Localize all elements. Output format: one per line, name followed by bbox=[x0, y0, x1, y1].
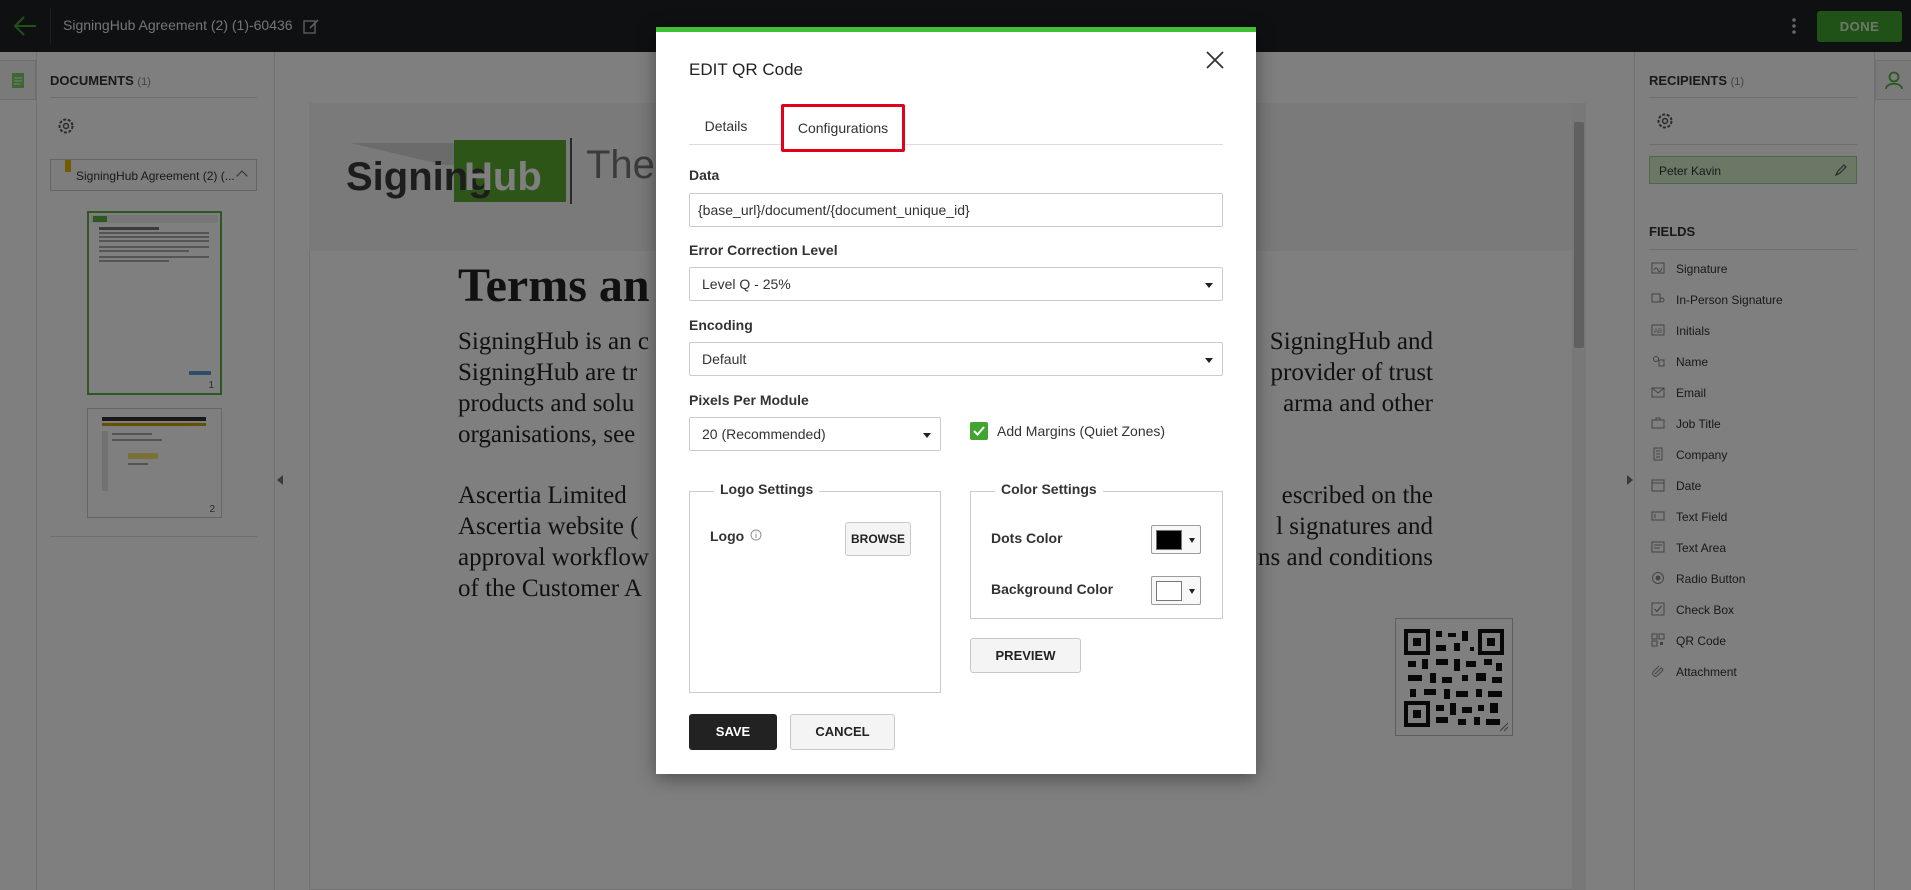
data-label: Data bbox=[689, 167, 720, 183]
dots-color-swatch bbox=[1156, 530, 1182, 550]
color-settings-group: Color Settings Dots Color Background Col… bbox=[970, 481, 1223, 619]
data-input[interactable]: {base_url}/document/{document_unique_id} bbox=[689, 193, 1223, 227]
dialog-tabs: Details Configurations bbox=[689, 104, 1223, 152]
encoding-label: Encoding bbox=[689, 317, 753, 333]
chevron-down-icon bbox=[1205, 283, 1213, 288]
dots-color-picker[interactable] bbox=[1151, 525, 1201, 554]
pixels-per-module-label: Pixels Per Module bbox=[689, 392, 809, 408]
dots-color-label: Dots Color bbox=[991, 530, 1063, 546]
add-margins-checkbox[interactable] bbox=[970, 422, 988, 440]
background-color-label: Background Color bbox=[991, 581, 1114, 597]
pixels-per-module-value: 20 (Recommended) bbox=[702, 426, 826, 442]
error-correction-label: Error Correction Level bbox=[689, 242, 838, 258]
chevron-down-icon bbox=[1189, 538, 1195, 543]
edit-qr-code-dialog: EDIT QR Code Details Configurations Data… bbox=[656, 27, 1256, 774]
color-settings-legend: Color Settings bbox=[995, 481, 1103, 497]
close-icon[interactable] bbox=[1204, 49, 1226, 71]
preview-button[interactable]: PREVIEW bbox=[970, 638, 1081, 673]
encoding-value: Default bbox=[702, 351, 747, 367]
browse-button[interactable]: BROWSE bbox=[845, 522, 911, 556]
background-color-picker[interactable] bbox=[1151, 576, 1201, 605]
encoding-select[interactable]: Default bbox=[689, 342, 1223, 376]
add-margins-label[interactable]: Add Margins (Quiet Zones) bbox=[997, 423, 1165, 439]
save-button[interactable]: SAVE bbox=[689, 714, 777, 750]
error-correction-value: Level Q - 25% bbox=[702, 276, 791, 292]
logo-settings-legend: Logo Settings bbox=[714, 481, 820, 497]
background-color-swatch bbox=[1156, 581, 1182, 601]
chevron-down-icon bbox=[1189, 589, 1195, 594]
cancel-button[interactable]: CANCEL bbox=[790, 714, 895, 750]
info-icon[interactable] bbox=[750, 528, 762, 544]
logo-label: Logo bbox=[710, 528, 762, 544]
pixels-per-module-select[interactable]: 20 (Recommended) bbox=[689, 417, 941, 451]
chevron-down-icon bbox=[1205, 358, 1213, 363]
error-correction-select[interactable]: Level Q - 25% bbox=[689, 267, 1223, 301]
logo-settings-group: Logo Settings Logo BROWSE bbox=[689, 481, 941, 693]
chevron-down-icon bbox=[923, 433, 931, 438]
tab-details[interactable]: Details bbox=[689, 107, 763, 145]
dialog-title: EDIT QR Code bbox=[689, 60, 804, 79]
tab-configurations[interactable]: Configurations bbox=[781, 104, 905, 152]
checkmark-icon bbox=[973, 426, 985, 436]
